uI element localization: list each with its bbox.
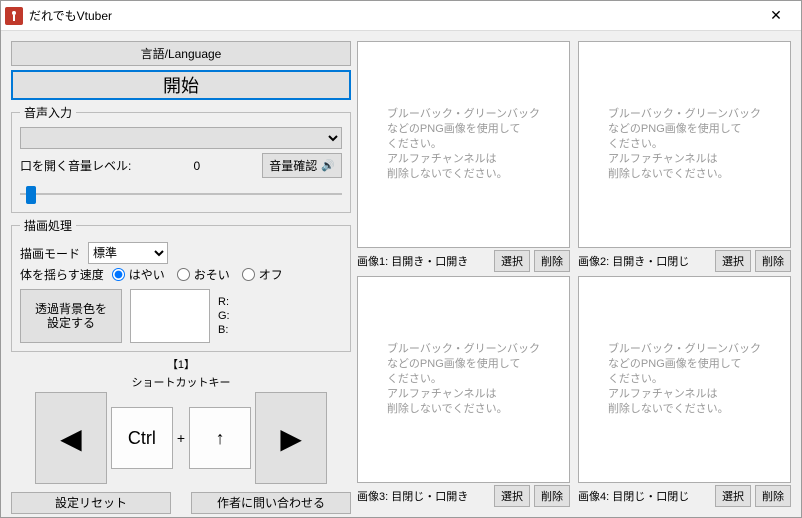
- shortcut-prev-button[interactable]: ◀: [35, 392, 107, 484]
- speaker-icon: 🔊: [321, 159, 335, 172]
- image-delete-3[interactable]: 削除: [534, 485, 570, 507]
- image-box-1[interactable]: ブルーバック・グリーンバック などのPNG画像を使用して ください。 アルファチ…: [357, 41, 570, 248]
- rgb-g: G:: [218, 309, 230, 323]
- language-button[interactable]: 言語/Language: [11, 41, 351, 66]
- image-placeholder-4: ブルーバック・グリーンバック などのPNG画像を使用して ください。 アルファチ…: [608, 342, 761, 417]
- shortcut-key-1[interactable]: Ctrl: [111, 407, 173, 469]
- image-slot-1: ブルーバック・グリーンバック などのPNG画像を使用して ください。 アルファチ…: [357, 41, 570, 272]
- slider-thumb[interactable]: [26, 186, 36, 204]
- shortcut-index: 【1】: [167, 356, 195, 372]
- draw-mode-label: 描画モード: [20, 245, 80, 262]
- sway-off-radio[interactable]: オフ: [242, 266, 283, 283]
- set-bg-color-button[interactable]: 透過背景色を 設定する: [20, 289, 122, 343]
- image-select-2[interactable]: 選択: [715, 250, 751, 272]
- volume-check-button[interactable]: 音量確認 🔊: [262, 153, 342, 178]
- slider-track: [20, 193, 342, 195]
- image-slot-2: ブルーバック・グリーンバック などのPNG画像を使用して ください。 アルファチ…: [578, 41, 791, 272]
- image-label-3: 画像3: 目閉じ・口開き: [357, 488, 490, 504]
- shortcut-area: 【1】 ショートカットキー ◀ Ctrl + ↑ ▶: [11, 356, 351, 484]
- draw-mode-select[interactable]: 標準: [88, 242, 168, 264]
- shortcut-key-2[interactable]: ↑: [189, 407, 251, 469]
- rgb-r: R:: [218, 295, 230, 309]
- reset-settings-button[interactable]: 設定リセット: [11, 492, 171, 514]
- audio-input-group: 音声入力 口を開く音量レベル: 0 音量確認 🔊: [11, 104, 351, 213]
- volume-check-label: 音量確認: [269, 157, 317, 174]
- shortcut-next-button[interactable]: ▶: [255, 392, 327, 484]
- image-row-bottom: ブルーバック・グリーンバック などのPNG画像を使用して ください。 アルファチ…: [357, 276, 791, 507]
- right-panel: ブルーバック・グリーンバック などのPNG画像を使用して ください。 アルファチ…: [357, 41, 791, 507]
- left-panel: 言語/Language 開始 音声入力 口を開く音量レベル: 0 音量確認 🔊: [11, 41, 351, 507]
- image-select-1[interactable]: 選択: [494, 250, 530, 272]
- close-button[interactable]: ✕: [755, 2, 797, 30]
- image-label-1: 画像1: 目開き・口開き: [357, 253, 490, 269]
- shortcut-label: ショートカットキー: [132, 374, 231, 390]
- image-select-3[interactable]: 選択: [494, 485, 530, 507]
- image-label-2: 画像2: 目開き・口閉じ: [578, 253, 711, 269]
- shortcut-plus: +: [177, 430, 185, 446]
- volume-slider[interactable]: [20, 184, 342, 204]
- rgb-readout: R: G: B:: [218, 289, 230, 343]
- open-level-label: 口を開く音量レベル:: [20, 157, 131, 174]
- image-placeholder-2: ブルーバック・グリーンバック などのPNG画像を使用して ください。 アルファチ…: [608, 107, 761, 182]
- sway-slow-radio[interactable]: おそい: [177, 266, 230, 283]
- image-delete-4[interactable]: 削除: [755, 485, 791, 507]
- image-placeholder-3: ブルーバック・グリーンバック などのPNG画像を使用して ください。 アルファチ…: [387, 342, 540, 417]
- drawing-group: 描画処理 描画モード 標準 体を揺らす速度 はやい おそい オフ 透過背景色を …: [11, 217, 351, 352]
- image-box-4[interactable]: ブルーバック・グリーンバック などのPNG画像を使用して ください。 アルファチ…: [578, 276, 791, 483]
- bg-color-swatch: [130, 289, 210, 343]
- app-window: だれでもVtuber ✕ 言語/Language 開始 音声入力 口を開く音量レ…: [0, 0, 802, 518]
- image-slot-4: ブルーバック・グリーンバック などのPNG画像を使用して ください。 アルファチ…: [578, 276, 791, 507]
- image-delete-1[interactable]: 削除: [534, 250, 570, 272]
- app-icon: [5, 7, 23, 25]
- sway-fast-radio[interactable]: はやい: [112, 266, 165, 283]
- image-label-4: 画像4: 目閉じ・口閉じ: [578, 488, 711, 504]
- audio-device-select[interactable]: [20, 127, 342, 149]
- image-row-top: ブルーバック・グリーンバック などのPNG画像を使用して ください。 アルファチ…: [357, 41, 791, 272]
- rgb-b: B:: [218, 323, 230, 337]
- sway-fast-label: はやい: [129, 266, 165, 283]
- image-select-4[interactable]: 選択: [715, 485, 751, 507]
- sway-slow-label: おそい: [194, 266, 230, 283]
- drawing-legend: 描画処理: [20, 217, 76, 234]
- contact-author-button[interactable]: 作者に問い合わせる: [191, 492, 351, 514]
- sway-label: 体を揺らす速度: [20, 266, 104, 283]
- image-delete-2[interactable]: 削除: [755, 250, 791, 272]
- open-level-value: 0: [139, 159, 254, 173]
- image-slot-3: ブルーバック・グリーンバック などのPNG画像を使用して ください。 アルファチ…: [357, 276, 570, 507]
- image-box-3[interactable]: ブルーバック・グリーンバック などのPNG画像を使用して ください。 アルファチ…: [357, 276, 570, 483]
- sway-off-label: オフ: [259, 266, 283, 283]
- titlebar: だれでもVtuber ✕: [1, 1, 801, 31]
- image-placeholder-1: ブルーバック・グリーンバック などのPNG画像を使用して ください。 アルファチ…: [387, 107, 540, 182]
- start-button[interactable]: 開始: [11, 70, 351, 100]
- audio-legend: 音声入力: [20, 104, 76, 121]
- window-title: だれでもVtuber: [29, 7, 755, 24]
- image-box-2[interactable]: ブルーバック・グリーンバック などのPNG画像を使用して ください。 アルファチ…: [578, 41, 791, 248]
- content-area: 言語/Language 開始 音声入力 口を開く音量レベル: 0 音量確認 🔊: [1, 31, 801, 517]
